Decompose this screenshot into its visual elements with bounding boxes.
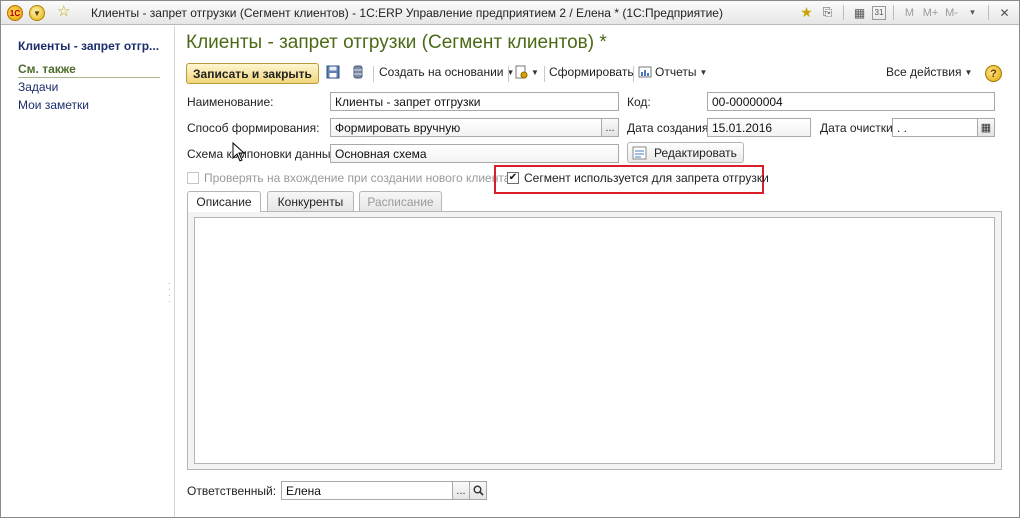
command-bar: Записать и закрыть Создать на основании [186,63,1006,85]
responsible-select-button[interactable]: ... [453,481,470,500]
bookmark-icon[interactable]: ⎘ [819,4,836,21]
name-input[interactable]: Клиенты - запрет отгрузки [330,92,619,111]
save-button[interactable] [326,65,340,79]
divider [988,5,989,20]
toolbar-divider [508,66,509,82]
schema-input[interactable]: Основная схема [330,144,619,163]
magnifier-icon [473,485,484,496]
calculator-icon[interactable]: ▦ [851,4,868,21]
navigation-panel: Клиенты - запрет отгр... См. также Задач… [2,26,175,517]
memory-icon[interactable]: M [901,4,918,21]
edit-report-icon [632,146,647,159]
name-label: Наименование: [187,95,274,109]
create-based-on-button[interactable]: Создать на основании ▼ [379,65,514,79]
help-icon[interactable]: ? [985,65,1002,82]
description-textarea[interactable] [194,217,995,464]
cleared-date-input[interactable]: . . [892,118,978,137]
add-favorite-star-icon[interactable]: ★ [798,4,815,21]
post-button[interactable] [351,65,365,79]
toolbar-divider [633,66,634,82]
method-select[interactable]: Формировать вручную [330,118,602,137]
chevron-down-icon: ▼ [699,67,708,77]
tab-schedule[interactable]: Расписание [359,191,442,211]
check-new-client-row[interactable]: Проверять на вхождение при создании ново… [187,171,510,185]
divider [843,5,844,20]
sidebar-title[interactable]: Клиенты - запрет отгр... [18,39,159,53]
calendar-picker-icon[interactable]: ▦ [978,118,995,137]
calendar-icon[interactable]: 31 [872,5,886,20]
form-area: Клиенты - запрет отгрузки (Сегмент клиен… [176,26,1019,517]
check-new-client-label: Проверять на вхождение при создании ново… [204,171,511,185]
app-window: 1С ▼ ☆ Клиенты - запрет отгрузки (Сегмен… [0,0,1020,518]
segment-ban-checkbox[interactable]: ✔ [507,172,519,184]
responsible-input[interactable]: Елена [281,481,453,500]
favorites-star-icon[interactable]: ☆ [57,4,70,20]
close-icon[interactable]: ✕ [996,4,1013,21]
save-and-close-button[interactable]: Записать и закрыть [186,63,319,84]
segment-ban-label: Сегмент используется для запрета отгрузк… [524,171,769,185]
code-label: Код: [627,95,651,109]
memory-minus-icon[interactable]: M- [943,4,960,21]
sidebar-item-notes[interactable]: Мои заметки [18,98,89,112]
search-icon[interactable] [470,481,487,500]
sidebar-section-see-also: См. также [18,62,160,78]
title-bar-tools: ★ ⎘ ▦ 31 M M+ M- ▾ ✕ [798,4,1013,21]
all-actions-label: Все действия [886,65,962,79]
sidebar-item-tasks[interactable]: Задачи [18,80,58,94]
report-chart-icon [638,66,652,78]
chevron-down-icon: ▼ [964,67,973,77]
create-based-on-label: Создать на основании [379,65,504,79]
print-menu-button[interactable]: ▼ [514,65,539,79]
toolbar-divider [544,66,545,82]
main-menu-icon[interactable]: ▼ [29,5,45,21]
memory-plus-icon[interactable]: M+ [922,4,939,21]
generate-button[interactable]: Сформировать [549,65,634,79]
edit-schema-button[interactable]: Редактировать [627,142,744,163]
window-title: Клиенты - запрет отгрузки (Сегмент клиен… [91,6,723,20]
page-title: Клиенты - запрет отгрузки (Сегмент клиен… [186,32,607,53]
tab-competitors[interactable]: Конкуренты [267,191,354,211]
responsible-label: Ответственный: [187,484,277,498]
tab-description[interactable]: Описание [187,191,261,212]
toolbar-divider [373,66,374,82]
document-gear-icon [515,65,528,79]
schema-label: Схема компоновки данных: [187,147,340,161]
title-bar: 1С ▼ ☆ Клиенты - запрет отгрузки (Сегмен… [1,1,1019,25]
method-label: Способ формирования: [187,121,320,135]
app-logo-icon[interactable]: 1С [7,5,23,21]
mouse-cursor-icon [232,142,246,162]
reports-label: Отчеты [655,65,697,79]
splitter-handle-icon[interactable]: · · · · [168,280,172,306]
segment-ban-row[interactable]: ✔ Сегмент используется для запрета отгру… [507,171,769,185]
created-date-input[interactable]: 15.01.2016 [707,118,811,137]
check-new-client-checkbox[interactable] [187,172,199,184]
edit-schema-label: Редактировать [654,145,737,160]
method-select-button[interactable]: ... [602,118,619,137]
tab-panel-description [187,211,1002,470]
database-icon [353,65,363,79]
cleared-date-label: Дата очистки: [820,121,897,135]
all-actions-button[interactable]: Все действия ▼ [886,65,972,79]
floppy-disk-icon [326,65,340,79]
divider [893,5,894,20]
reports-button[interactable]: Отчеты ▼ [638,65,707,79]
code-input[interactable]: 00-00000004 [707,92,995,111]
window-menu-chevron-icon[interactable]: ▾ [964,4,981,21]
created-date-label: Дата создания: [627,121,712,135]
chevron-down-icon: ▼ [531,67,539,77]
